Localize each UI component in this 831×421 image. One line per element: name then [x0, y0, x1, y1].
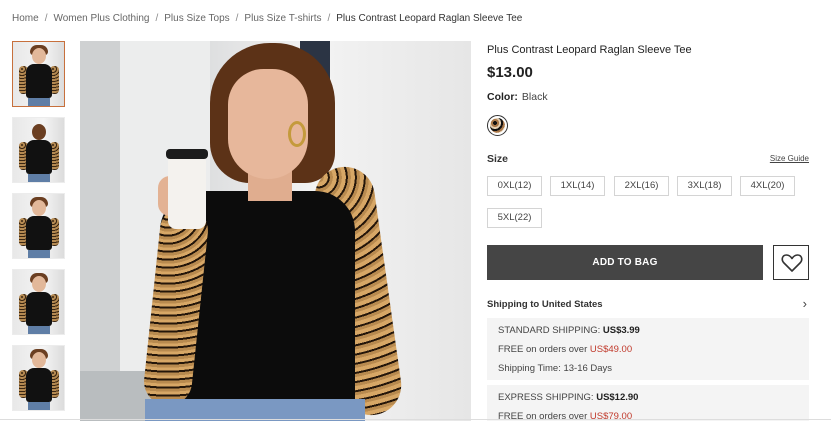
product-thumbnail[interactable] — [12, 345, 65, 411]
breadcrumb-current-product: Plus Contrast Leopard Raglan Sleeve Tee — [336, 13, 523, 24]
size-option-3xl[interactable]: 3XL(18) — [677, 176, 732, 196]
thumbnail-gallery — [12, 41, 65, 421]
standard-shipping-time: Shipping Time: 13-16 Days — [498, 363, 613, 374]
add-to-bag-button[interactable]: ADD TO BAG — [487, 245, 763, 280]
express-shipping-label: EXPRESS SHIPPING: — [498, 392, 594, 403]
size-heading: Size — [487, 153, 509, 165]
size-option-0xl[interactable]: 0XL(12) — [487, 176, 542, 196]
product-thumbnail[interactable] — [12, 193, 65, 259]
express-shipping-price: US$12.90 — [596, 392, 639, 403]
color-value: Black — [521, 91, 548, 103]
breadcrumb-plus-size-tops[interactable]: Plus Size Tops — [164, 13, 229, 24]
standard-shipping-label: STANDARD SHIPPING: — [498, 325, 601, 336]
standard-shipping-box: STANDARD SHIPPING: US$3.99 FREE on order… — [487, 318, 809, 380]
heart-icon — [781, 254, 803, 272]
standard-free-threshold: US$49.00 — [589, 344, 633, 355]
main-product-image[interactable] — [80, 41, 471, 421]
size-option-1xl[interactable]: 1XL(14) — [550, 176, 605, 196]
express-shipping-box: EXPRESS SHIPPING: US$12.90 FREE on order… — [487, 385, 809, 421]
bottom-divider — [0, 419, 831, 420]
product-thumbnail[interactable] — [12, 117, 65, 183]
breadcrumb-separator: / — [155, 13, 159, 24]
color-label: Color: — [487, 91, 518, 103]
color-row: Color: Black — [487, 91, 548, 103]
product-price: $13.00 — [487, 64, 533, 81]
standard-free-line: FREE on orders over US$49.00 — [498, 343, 798, 362]
size-option-4xl[interactable]: 4XL(20) — [740, 176, 795, 196]
product-thumbnail[interactable] — [12, 41, 65, 107]
breadcrumb-separator: / — [235, 13, 239, 24]
product-title: Plus Contrast Leopard Raglan Sleeve Tee — [487, 44, 692, 56]
size-option-2xl[interactable]: 2XL(16) — [614, 176, 669, 196]
standard-shipping-price: US$3.99 — [602, 325, 640, 336]
product-thumbnail[interactable] — [12, 269, 65, 335]
shipping-heading: Shipping to United States — [487, 299, 603, 310]
wishlist-button[interactable] — [773, 245, 809, 280]
breadcrumb: Home / Women Plus Clothing / Plus Size Tops /… — [12, 13, 522, 24]
breadcrumb-separator: / — [327, 13, 331, 24]
breadcrumb-separator: / — [44, 13, 48, 24]
chevron-right-icon[interactable]: › — [803, 296, 807, 311]
size-guide-link[interactable]: Size Guide — [770, 154, 809, 163]
breadcrumb-home[interactable]: Home — [12, 13, 39, 24]
breadcrumb-plus-size-tshirts[interactable]: Plus Size T-shirts — [244, 13, 321, 24]
breadcrumb-women-plus-clothing[interactable]: Women Plus Clothing — [53, 13, 149, 24]
standard-shipping-line: STANDARD SHIPPING: US$3.99 — [498, 324, 798, 343]
standard-free-prefix: FREE on orders over — [498, 344, 588, 355]
color-swatch-black[interactable] — [487, 115, 508, 136]
express-shipping-line: EXPRESS SHIPPING: US$12.90 — [498, 391, 798, 410]
size-option-5xl[interactable]: 5XL(22) — [487, 208, 542, 228]
